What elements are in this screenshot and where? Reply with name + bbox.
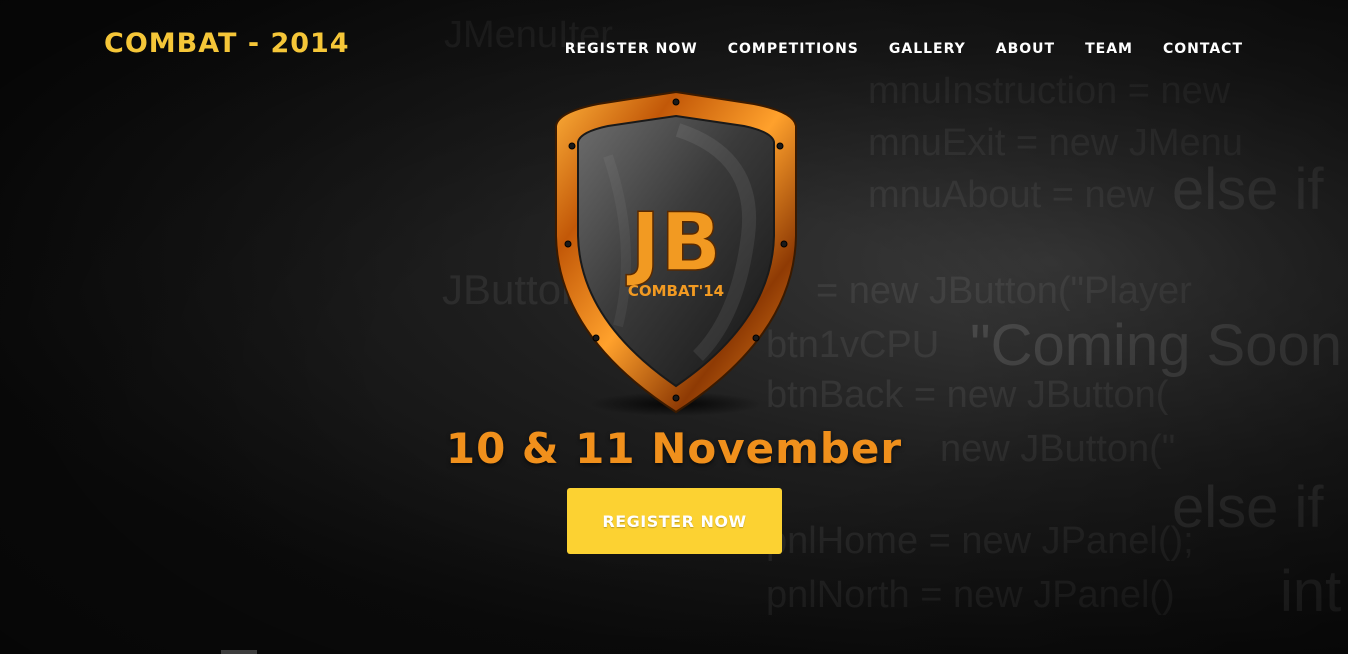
nav-link-about[interactable]: ABOUT bbox=[996, 41, 1055, 57]
background-code-line: "Coming Soon bbox=[970, 313, 1343, 378]
nav-link-register-now[interactable]: REGISTER NOW bbox=[565, 41, 698, 57]
scroll-indicator bbox=[221, 650, 257, 654]
nav-item-contact: CONTACT bbox=[1163, 38, 1243, 57]
nav-item-about: ABOUT bbox=[996, 38, 1055, 57]
nav-link-competitions[interactable]: COMPETITIONS bbox=[728, 41, 859, 57]
logo-caption: COMBAT'14 bbox=[628, 282, 724, 300]
event-logo-shield: JB COMBAT'14 bbox=[548, 86, 804, 418]
nav-item-competitions: COMPETITIONS bbox=[728, 38, 859, 57]
logo-monogram: JB bbox=[626, 196, 722, 289]
background-code-line: mnuAbout = new bbox=[868, 174, 1155, 216]
background-code-line: pnlNorth = new JPanel() bbox=[766, 574, 1175, 616]
nav-item-gallery: GALLERY bbox=[889, 38, 966, 57]
nav-link-contact[interactable]: CONTACT bbox=[1163, 41, 1243, 57]
brand-title[interactable]: COMBAT - 2014 bbox=[104, 28, 350, 59]
hero-section: JMenuIter mnuInstruction = new mnuExit =… bbox=[0, 0, 1348, 654]
register-now-button[interactable]: REGISTER NOW bbox=[567, 488, 782, 554]
shield-logo-icon: JB COMBAT'14 bbox=[555, 90, 797, 416]
background-code-line: int bbox=[1280, 559, 1342, 624]
background-code-line: else if bbox=[1172, 475, 1324, 540]
background-code-line: btnBack = new JButton( bbox=[766, 374, 1169, 416]
background-code-line: else if bbox=[1172, 157, 1324, 222]
nav-item-register-now: REGISTER NOW bbox=[565, 38, 698, 57]
nav-link-gallery[interactable]: GALLERY bbox=[889, 41, 966, 57]
background-code-line: mnuExit = new JMenu bbox=[868, 122, 1243, 164]
nav-item-team: TEAM bbox=[1085, 38, 1133, 57]
event-date: 10 & 11 November bbox=[445, 424, 903, 473]
background-code-line: mnuInstruction = new bbox=[868, 70, 1231, 112]
nav-link-team[interactable]: TEAM bbox=[1085, 41, 1133, 57]
background-code-line: pnlHome = new JPanel(); bbox=[766, 520, 1194, 562]
main-nav: REGISTER NOW COMPETITIONS GALLERY ABOUT … bbox=[565, 38, 1243, 57]
background-code-line: = new JButton("Player bbox=[816, 270, 1192, 312]
